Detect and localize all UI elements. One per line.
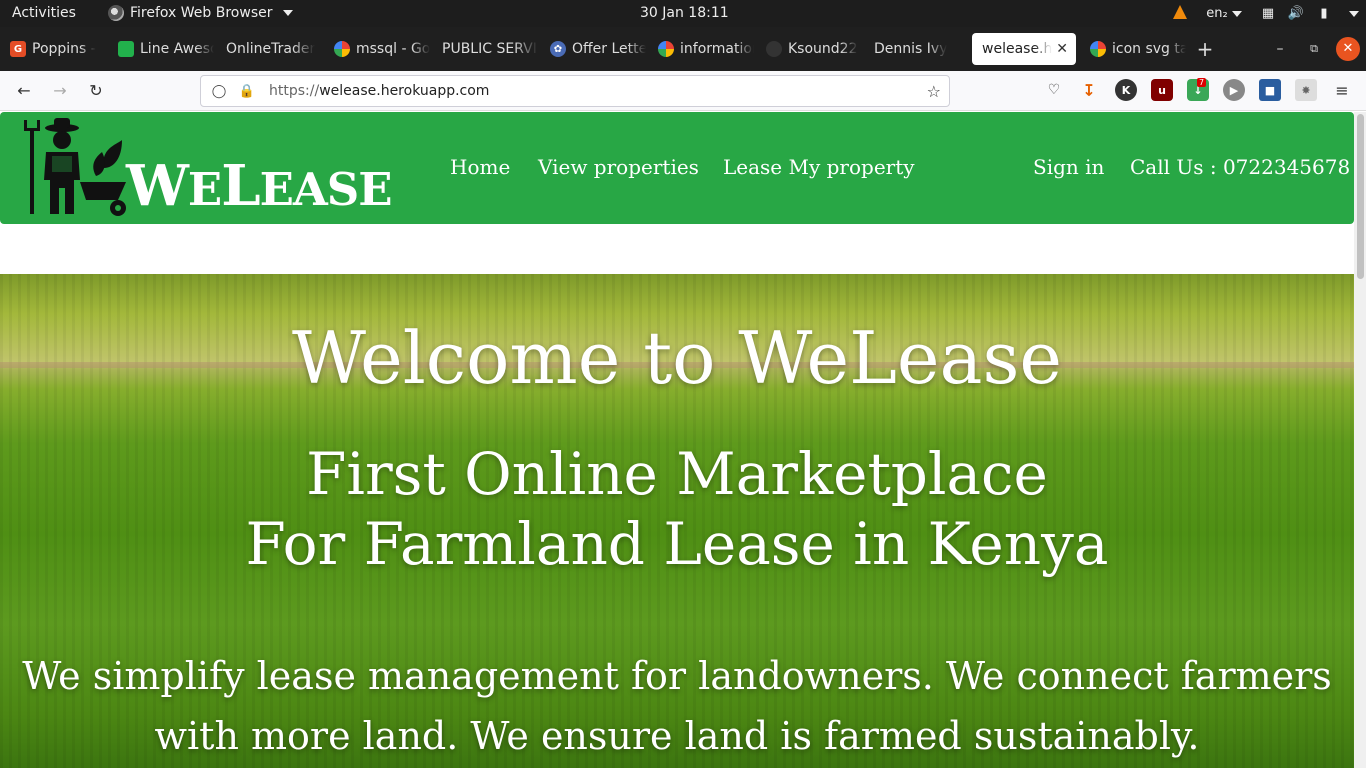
extension-puzzle-icon[interactable]: ✸ — [1295, 79, 1317, 101]
tab-label: PUBLIC SERVICE — [442, 41, 538, 57]
new-tab-button[interactable]: + — [1193, 37, 1217, 61]
system-tray: en₂ ▦ 🔊 ▮ — [1166, 0, 1366, 27]
paw-icon: ✿ — [550, 41, 566, 57]
url-scheme: https:// — [269, 83, 320, 99]
hero-description-line1: We simplify lease management for landown… — [22, 654, 1332, 698]
brand-letter-e: E — [187, 163, 222, 216]
shield-icon[interactable]: ◯ — [209, 84, 229, 99]
tab-offer-letter[interactable]: ✿ Offer Letter — [540, 33, 646, 65]
tab-label: Line Awesome — [140, 41, 214, 57]
brand-letter-l: L — [221, 153, 260, 219]
minimize-button[interactable]: – — [1268, 37, 1292, 61]
hero-subtitle-line2: For Farmland Lease in Kenya — [245, 510, 1109, 578]
app-menu[interactable]: Firefox Web Browser — [108, 5, 293, 21]
nav-home[interactable]: Home — [450, 155, 510, 179]
system-menu-icon[interactable] — [1338, 6, 1366, 21]
play-icon[interactable]: ▶ — [1223, 79, 1245, 101]
language-label: en₂ — [1206, 6, 1228, 21]
ublock-icon[interactable]: u — [1151, 79, 1173, 101]
tab-dennis-ivy[interactable]: Dennis Ivy — [864, 33, 970, 65]
bookmark-star-icon[interactable]: ☆ — [927, 82, 941, 101]
site-navbar: WELEASE Home View properties Lease My pr… — [0, 112, 1354, 224]
tab-label: mssql - Google — [356, 41, 430, 57]
restore-button[interactable]: ⧉ — [1302, 37, 1326, 61]
tab-poppins[interactable]: G Poppins - — [0, 33, 106, 65]
tab-label: icon svg tags — [1112, 41, 1186, 57]
google-icon — [334, 41, 350, 57]
farmer-logo-icon — [24, 118, 126, 216]
hero-subtitle-line1: First Online Marketplace — [306, 440, 1048, 508]
k-extension-icon[interactable]: K — [1115, 79, 1137, 101]
forward-button[interactable]: → — [48, 79, 72, 103]
tab-label: Dennis Ivy — [874, 41, 948, 57]
tab-label: Ksound22 — [788, 41, 858, 57]
tab-strip: G Poppins - Line Awesome OnlineTrader ms… — [0, 27, 1366, 71]
hamburger-menu-icon[interactable]: ≡ — [1330, 79, 1354, 103]
tab-welease[interactable]: welease.herokuapp ✕ — [972, 33, 1076, 65]
firefox-icon — [108, 5, 124, 21]
brand-letter-w: W — [126, 153, 189, 219]
network-icon[interactable]: ▦ — [1254, 6, 1282, 21]
google-icon — [658, 41, 674, 57]
language-indicator[interactable]: en₂ — [1194, 6, 1254, 21]
tab-label: information — [680, 41, 754, 57]
url-bar[interactable]: ◯ 🔒 https://welease.herokuapp.com ☆ — [200, 75, 950, 107]
back-button[interactable]: ← — [12, 79, 36, 103]
vlc-icon[interactable] — [1166, 4, 1194, 23]
volume-icon[interactable]: 🔊 — [1282, 6, 1310, 21]
battery-icon[interactable]: ▮ — [1310, 6, 1338, 21]
google-icon — [1090, 41, 1106, 57]
hero-description-line2: with more land. We ensure land is farmed… — [154, 714, 1200, 758]
close-tab-icon[interactable]: ✕ — [1056, 41, 1068, 57]
github-icon — [766, 41, 782, 57]
tab-line-awesome[interactable]: Line Awesome — [108, 33, 214, 65]
page-viewport: WELEASE Home View properties Lease My pr… — [0, 112, 1366, 768]
pocket-icon[interactable]: ♡ — [1043, 79, 1065, 101]
hero-banner: Welcome to WeLease First Online Marketpl… — [0, 274, 1354, 768]
nav-view-properties[interactable]: View properties — [538, 155, 699, 179]
clock[interactable]: 30 Jan 18:11 — [640, 5, 729, 21]
system-top-bar: Activities Firefox Web Browser 30 Jan 18… — [0, 0, 1366, 27]
tab-favicon-icon: G — [10, 41, 26, 57]
activities-button[interactable]: Activities — [12, 5, 76, 21]
url-text[interactable]: https://welease.herokuapp.com — [269, 83, 489, 99]
tab-mssql[interactable]: mssql - Google — [324, 33, 430, 65]
nav-lease-property[interactable]: Lease My property — [723, 155, 915, 179]
line-awesome-icon — [118, 41, 134, 57]
chevron-down-icon — [282, 10, 293, 16]
app-menu-label: Firefox Web Browser — [130, 5, 273, 21]
tab-ksound[interactable]: Ksound22 — [756, 33, 862, 65]
tab-label: Offer Letter — [572, 41, 646, 57]
tab-label: welease.herokuapp — [982, 41, 1052, 57]
nav-call-us[interactable]: Call Us : 0722345678 — [1130, 155, 1350, 179]
brand-name[interactable]: WELEASE — [126, 153, 393, 220]
reload-button[interactable]: ↻ — [84, 79, 108, 103]
hero-title: Welcome to WeLease — [291, 316, 1063, 400]
tab-label: Poppins - — [32, 41, 96, 57]
extension-badge: 7 — [1197, 78, 1207, 87]
tab-public-service[interactable]: PUBLIC SERVICE — [432, 33, 538, 65]
container-icon[interactable]: ■ — [1259, 79, 1281, 101]
nav-sign-in[interactable]: Sign in — [1033, 155, 1104, 179]
tab-information[interactable]: information — [648, 33, 754, 65]
tab-icon-svg[interactable]: icon svg tags — [1080, 33, 1186, 65]
nav-toolbar: ← → ↻ ◯ 🔒 https://welease.herokuapp.com … — [0, 71, 1366, 111]
close-window-button[interactable]: ✕ — [1336, 37, 1360, 61]
brand-ease: EASE — [259, 163, 393, 216]
tab-onlinetrader[interactable]: OnlineTrader — [216, 33, 322, 65]
tab-label: OnlineTrader — [226, 41, 316, 57]
downloads-icon[interactable]: ↧ — [1078, 79, 1100, 101]
url-host: welease.herokuapp.com — [319, 83, 490, 99]
lock-icon[interactable]: 🔒 — [237, 84, 257, 99]
page-scrollbar-thumb[interactable] — [1357, 114, 1364, 279]
